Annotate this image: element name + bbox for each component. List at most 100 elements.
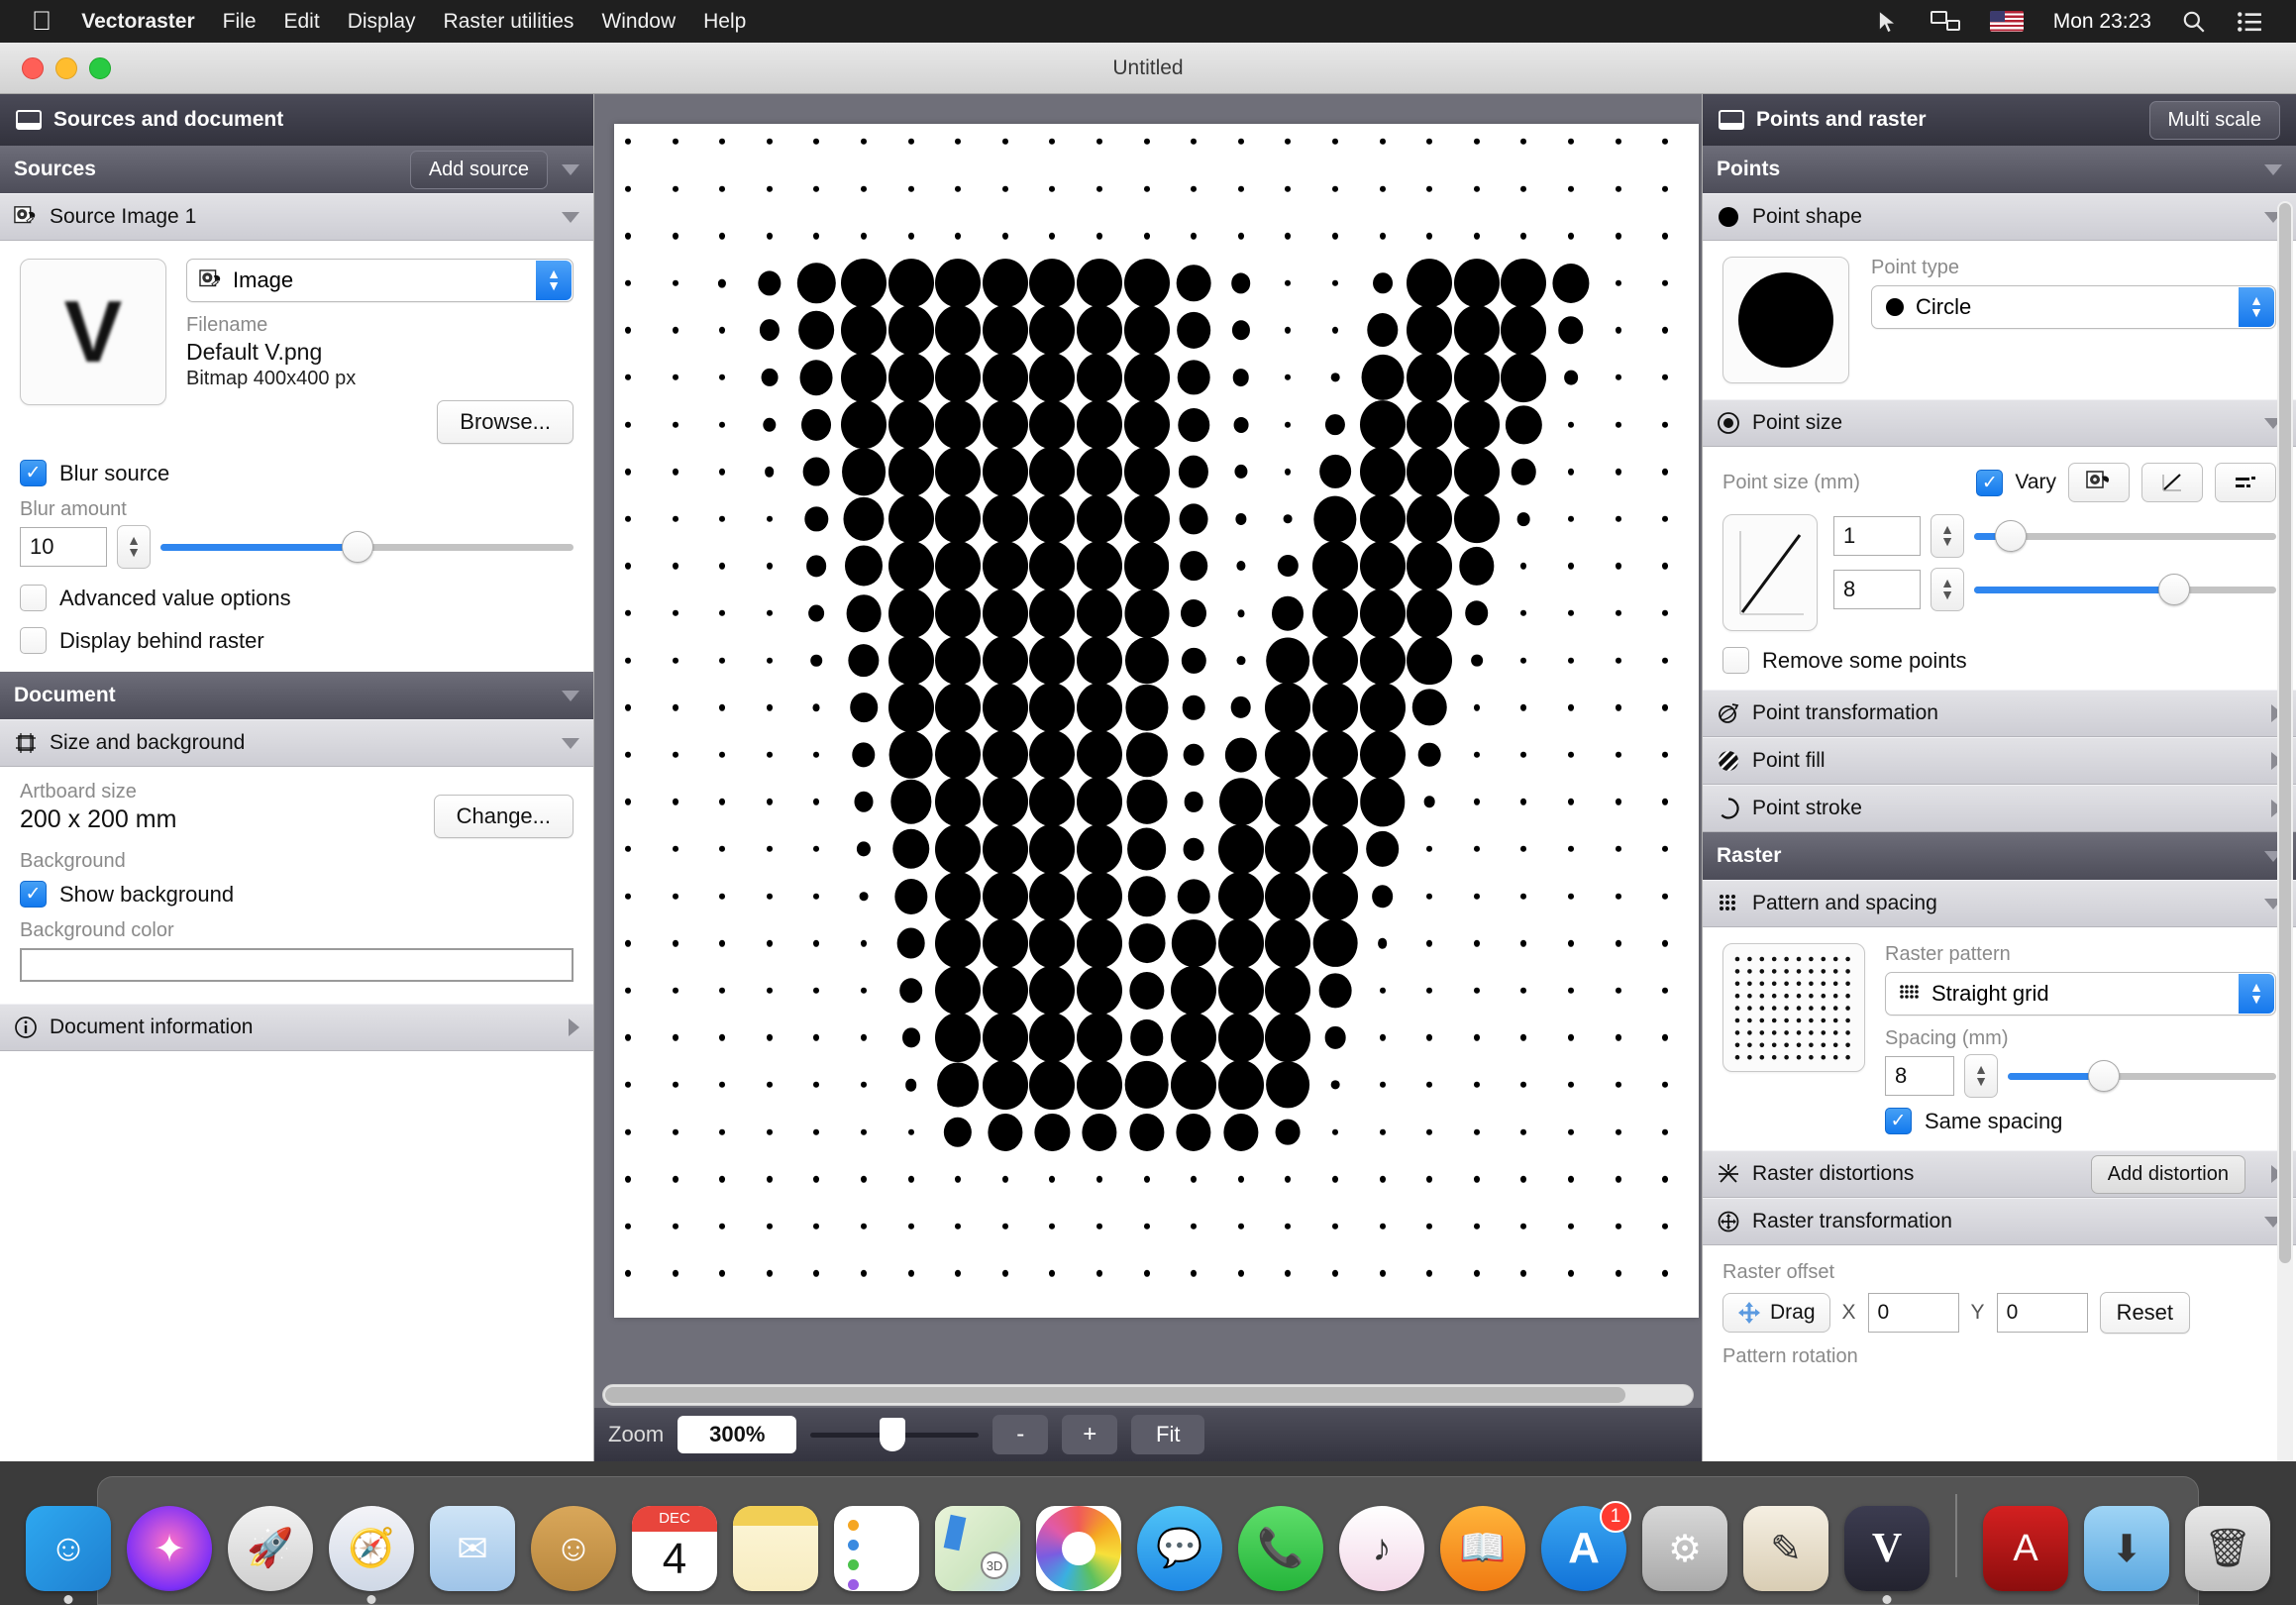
pattern-and-spacing-header[interactable]: Pattern and spacing <box>1703 880 2296 927</box>
change-artboard-button[interactable]: Change... <box>434 795 574 838</box>
blur-source-row[interactable]: ✓ Blur source <box>20 460 574 486</box>
pointer-icon[interactable] <box>1875 9 1901 35</box>
dock-item-calendar[interactable]: DEC4 <box>632 1506 717 1591</box>
sources-group-header[interactable]: Sources Add source <box>0 146 593 193</box>
chevron-updown-icon[interactable]: ▲▼ <box>2239 287 2274 327</box>
menu-vectoraster[interactable]: Vectoraster <box>81 10 194 34</box>
menu-display[interactable]: Display <box>348 10 416 34</box>
point-size-max-stepper[interactable]: ▲▼ <box>1931 568 1964 611</box>
add-distortion-button[interactable]: Add distortion <box>2091 1155 2245 1194</box>
zoom-out-button[interactable]: - <box>992 1415 1048 1454</box>
add-source-button[interactable]: Add source <box>410 151 548 189</box>
menu-raster-utilities[interactable]: Raster utilities <box>444 10 574 34</box>
chevron-updown-icon[interactable]: ▲▼ <box>536 261 572 300</box>
apple-menu-icon[interactable]:  <box>32 8 52 35</box>
document-group-header[interactable]: Document <box>0 672 593 719</box>
display-behind-raster-checkbox[interactable] <box>20 627 47 654</box>
dock-item-ibooks[interactable]: 📖 <box>1440 1506 1525 1591</box>
dock-item-finder[interactable]: ☺ <box>26 1506 111 1591</box>
zoom-fit-button[interactable]: Fit <box>1131 1415 1204 1454</box>
linear-curve-icon[interactable] <box>2141 463 2203 502</box>
document-information-disclosure-icon[interactable] <box>569 1018 579 1036</box>
size-background-disclosure-icon[interactable] <box>562 738 579 749</box>
size-distribution-icon[interactable] <box>2215 463 2276 502</box>
spacing-input[interactable]: 8 <box>1885 1056 1954 1096</box>
dock-item-mail[interactable]: ✉ <box>430 1506 515 1591</box>
zoom-in-button[interactable]: + <box>1062 1415 1117 1454</box>
sources-disclosure-icon[interactable] <box>562 164 579 175</box>
source-image-1-header[interactable]: Source Image 1 <box>0 193 593 241</box>
raster-group-header[interactable]: Raster <box>1703 832 2296 880</box>
dock-item-trash[interactable]: 🗑 <box>2185 1506 2270 1591</box>
menu-bar-clock[interactable]: Mon 23:23 <box>2053 10 2151 34</box>
us-flag-icon[interactable] <box>1990 11 2024 32</box>
offset-reset-button[interactable]: Reset <box>2100 1292 2190 1334</box>
zoom-value-field[interactable]: 300% <box>678 1416 796 1453</box>
same-spacing-row[interactable]: ✓ Same spacing <box>1885 1108 2276 1134</box>
multi-scale-button[interactable]: Multi scale <box>2149 101 2280 140</box>
spacing-stepper[interactable]: ▲▼ <box>1964 1054 1998 1098</box>
dock-item-facetime[interactable]: 📞 <box>1238 1506 1323 1591</box>
dock-item-safari[interactable]: 🧭 <box>329 1506 414 1591</box>
menu-file[interactable]: File <box>223 10 257 34</box>
point-type-dropdown[interactable]: Circle ▲▼ <box>1871 285 2276 329</box>
point-fill-header[interactable]: Point fill <box>1703 737 2296 785</box>
size-and-background-header[interactable]: Size and background <box>0 719 593 767</box>
dock-item-vectoraster[interactable]: V <box>1844 1506 1930 1591</box>
point-size-min-input[interactable]: 1 <box>1833 516 1921 556</box>
screen-mirroring-icon[interactable] <box>1931 11 1960 33</box>
dock-item-maps[interactable]: 3D <box>935 1506 1020 1591</box>
source-image-1-disclosure-icon[interactable] <box>562 212 579 223</box>
point-size-max-input[interactable]: 8 <box>1833 570 1921 609</box>
remove-some-points-row[interactable]: Remove some points <box>1722 647 2276 674</box>
dock-item-siri[interactable]: ✦ <box>127 1506 212 1591</box>
search-icon[interactable] <box>2181 9 2207 35</box>
offset-y-input[interactable]: 0 <box>1997 1293 2088 1333</box>
point-size-min-stepper[interactable]: ▲▼ <box>1931 514 1964 558</box>
dock-item-acrobat[interactable]: A <box>1983 1506 2068 1591</box>
zoom-slider[interactable] <box>810 1416 979 1453</box>
point-size-header[interactable]: Point size <box>1703 399 2296 447</box>
document-information-header[interactable]: Document information <box>0 1004 593 1051</box>
artboard[interactable] <box>614 124 1699 1318</box>
raster-pattern-preview[interactable] <box>1722 943 1865 1072</box>
dock-item-downloads-folder[interactable]: ⬇ <box>2084 1506 2169 1591</box>
menu-window[interactable]: Window <box>601 10 676 34</box>
dock-item-system-preferences[interactable]: ⚙ <box>1642 1506 1727 1591</box>
vary-checkbox[interactable]: ✓ <box>1976 470 2003 496</box>
raster-transformation-header[interactable]: Raster transformation <box>1703 1198 2296 1245</box>
window-titlebar[interactable]: Untitled <box>0 43 2296 94</box>
blur-amount-stepper[interactable]: ▲▼ <box>117 525 151 569</box>
canvas-horizontal-scrollbar[interactable] <box>602 1384 1694 1406</box>
spacing-slider[interactable] <box>2008 1054 2276 1098</box>
points-group-header[interactable]: Points <box>1703 146 2296 193</box>
source-type-dropdown[interactable]: Image ▲▼ <box>186 259 574 302</box>
point-size-max-slider[interactable] <box>1974 568 2276 611</box>
dock-item-launchpad[interactable]: 🚀 <box>228 1506 313 1591</box>
show-background-checkbox[interactable]: ✓ <box>20 881 47 908</box>
image-source-icon[interactable] <box>2068 463 2130 502</box>
dock-item-messages[interactable]: 💬 <box>1137 1506 1222 1591</box>
raster-pattern-dropdown[interactable]: Straight grid ▲▼ <box>1885 972 2276 1016</box>
points-disclosure-icon[interactable] <box>2264 164 2282 175</box>
dock-item-itunes[interactable]: ♪ <box>1339 1506 1424 1591</box>
raster-offset-drag-button[interactable]: Drag <box>1722 1293 1830 1333</box>
offset-x-input[interactable]: 0 <box>1868 1293 1959 1333</box>
point-size-min-slider[interactable] <box>1974 514 2276 558</box>
blur-source-checkbox[interactable]: ✓ <box>20 460 47 486</box>
dock-item-notes[interactable] <box>733 1506 818 1591</box>
dock-item-contacts[interactable]: ☺ <box>531 1506 616 1591</box>
control-center-icon[interactable] <box>2237 11 2262 33</box>
remove-some-points-checkbox[interactable] <box>1722 647 1749 674</box>
point-size-curve-preview[interactable] <box>1722 514 1818 631</box>
chevron-updown-icon[interactable]: ▲▼ <box>2239 974 2274 1014</box>
blur-amount-input[interactable]: 10 <box>20 527 107 567</box>
same-spacing-checkbox[interactable]: ✓ <box>1885 1108 1912 1134</box>
blur-amount-slider[interactable] <box>160 525 574 569</box>
point-shape-header[interactable]: Point shape <box>1703 193 2296 241</box>
dock-item-photos[interactable] <box>1036 1506 1121 1591</box>
advanced-value-options-checkbox[interactable] <box>20 585 47 611</box>
background-color-well[interactable] <box>20 948 574 982</box>
browse-button[interactable]: Browse... <box>437 400 574 444</box>
right-panel-scrollbar[interactable] <box>2277 201 2293 1461</box>
